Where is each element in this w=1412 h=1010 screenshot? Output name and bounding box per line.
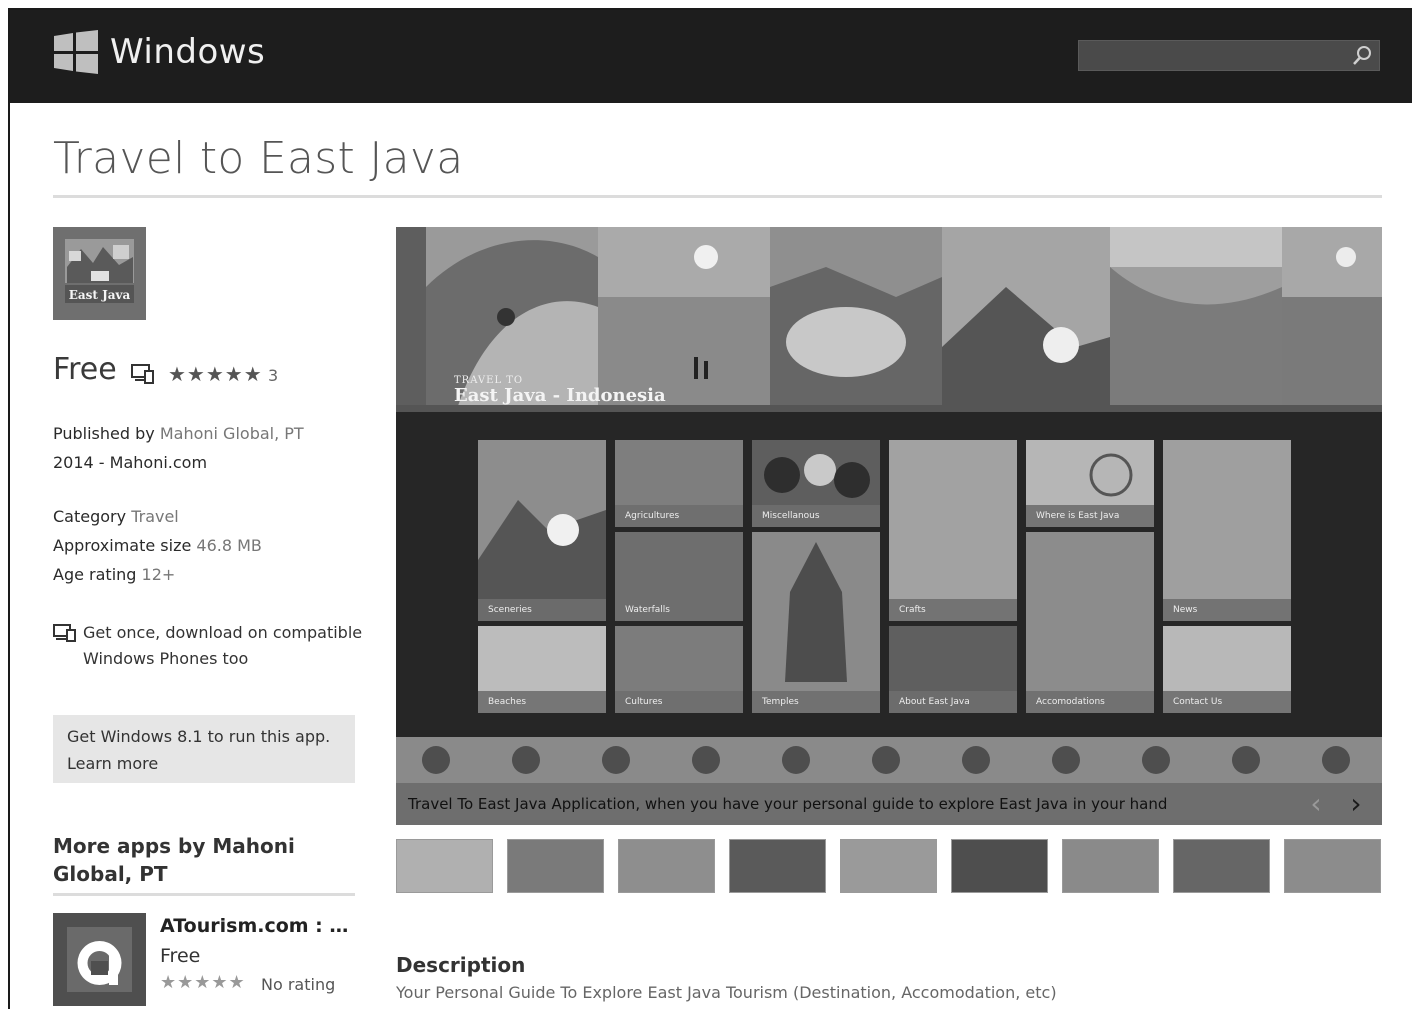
screenshot-caption-bar: Travel To East Java Application, when yo… (396, 783, 1382, 825)
tile-waterfalls[interactable]: Waterfalls (615, 532, 743, 621)
screenshot-caption: Travel To East Java Application, when yo… (408, 795, 1168, 813)
tile-cultures[interactable]: Cultures (615, 626, 743, 713)
size-label: Approximate size (53, 536, 192, 555)
other-app-rating: No rating (261, 975, 336, 994)
more-apps-divider (53, 893, 355, 896)
description-text: Your Personal Guide To Explore East Java… (396, 983, 1057, 1002)
screenshot-banner: TRAVEL TO East Java - Indonesia (396, 227, 1382, 412)
thumbnail[interactable] (507, 839, 604, 893)
tile-label: About East Java (889, 691, 1017, 713)
tile-where-is-east-java[interactable]: Where is East Java (1026, 440, 1154, 527)
tile-miscellanous[interactable]: Miscellanous (752, 440, 880, 527)
title-divider (53, 195, 1382, 198)
thumbnail[interactable] (1173, 839, 1270, 893)
search-input[interactable] (1085, 45, 1339, 69)
tile-beaches[interactable]: Beaches (478, 626, 606, 713)
other-app-price: Free (160, 945, 201, 967)
published-by-label: Published by (53, 424, 155, 443)
tile-label: Cultures (615, 691, 743, 713)
cross-device-note: Get once, download on compatible Windows… (83, 623, 363, 668)
tile-label: Miscellanous (752, 505, 880, 527)
other-app-name[interactable]: ATourism.com : … (160, 915, 348, 937)
windows-upgrade-notice: Get Windows 8.1 to run this app. Learn m… (53, 715, 355, 783)
thumbnail[interactable] (951, 839, 1048, 893)
tile-label: Temples (752, 691, 880, 713)
tile-label: Agricultures (615, 505, 743, 527)
tile-label: Waterfalls (615, 599, 743, 621)
app-icon-label: East Java (69, 288, 131, 302)
category-value[interactable]: Travel (131, 507, 179, 526)
decorative-frieze (396, 737, 1382, 783)
store-page: Windows Travel to East Java East Java Fr… (0, 0, 1412, 1009)
thumbnail[interactable] (729, 839, 826, 893)
rating-count: 3 (268, 366, 279, 385)
tile-label: Beaches (478, 691, 606, 713)
category-label: Category (53, 507, 127, 526)
tile-label: Sceneries (478, 599, 606, 621)
thumbnail[interactable] (1062, 839, 1159, 893)
thumbnail[interactable] (1284, 839, 1381, 893)
tile-label: Contact Us (1163, 691, 1291, 713)
brand-name[interactable]: Windows (110, 32, 265, 72)
other-app-icon[interactable] (53, 913, 146, 1006)
app-icon: East Java (53, 227, 146, 320)
app-price: Free (53, 352, 117, 387)
tile-label: News (1163, 599, 1291, 621)
tile-image (785, 542, 847, 682)
age-rating-value: 12+ (141, 565, 176, 584)
tile-sceneries[interactable]: Sceneries (478, 440, 606, 621)
search-icon[interactable] (1351, 45, 1373, 67)
description-heading: Description (396, 953, 526, 977)
age-rating-label: Age rating (53, 565, 137, 584)
publisher-line: Published by Mahoni Global, PT (53, 424, 304, 443)
pc-phone-icon (53, 624, 76, 642)
atourism-logo-icon (53, 913, 146, 1006)
more-apps-heading[interactable]: More apps by Mahoni Global, PT (53, 832, 363, 888)
other-app-stars: ★★★★★ (160, 972, 246, 993)
age-rating-line: Age rating 12+ (53, 565, 175, 584)
screenshot-viewer[interactable]: TRAVEL TO East Java - Indonesia Scenerie… (396, 227, 1382, 825)
frieze-pattern (396, 737, 1382, 783)
top-bar: Windows (10, 10, 1412, 103)
learn-more-link[interactable]: Learn more (67, 754, 158, 773)
category-line: Category Travel (53, 507, 179, 526)
windows-logo-icon[interactable] (54, 30, 98, 74)
tile-image (478, 500, 606, 621)
pc-phone-icon (131, 364, 154, 384)
app-logo-image: East Java (53, 227, 146, 320)
size-line: Approximate size 46.8 MB (53, 536, 262, 555)
tile-accomodations[interactable]: Accomodations (1026, 532, 1154, 713)
thumbnail[interactable] (396, 839, 493, 893)
tile-about-east-java[interactable]: About East Java (889, 626, 1017, 713)
tile-agricultures[interactable]: Agricultures (615, 440, 743, 527)
tile-crafts[interactable]: Crafts (889, 440, 1017, 621)
banner-title: East Java - Indonesia (454, 385, 666, 406)
copyright-line: 2014 - Mahoni.com (53, 453, 208, 472)
tile-label: Accomodations (1026, 691, 1154, 713)
rating-stars[interactable]: ★★★★★ (168, 362, 263, 386)
tile-news[interactable]: News (1163, 440, 1291, 621)
thumbnail[interactable] (618, 839, 715, 893)
app-title: Travel to East Java (53, 133, 464, 184)
frame-border (8, 8, 10, 1009)
search-box[interactable] (1078, 40, 1380, 71)
tile-temples[interactable]: Temples (752, 532, 880, 713)
next-screenshot-button[interactable]: › (1342, 789, 1370, 819)
tile-contact-us[interactable]: Contact Us (1163, 626, 1291, 713)
previous-screenshot-button[interactable]: ‹ (1302, 789, 1330, 819)
publisher-name: Mahoni Global, PT (159, 424, 304, 443)
thumbnail[interactable] (840, 839, 937, 893)
tile-label: Where is East Java (1026, 505, 1154, 527)
size-value: 46.8 MB (196, 536, 262, 555)
upgrade-message: Get Windows 8.1 to run this app. (67, 727, 331, 746)
tile-label: Crafts (889, 599, 1017, 621)
